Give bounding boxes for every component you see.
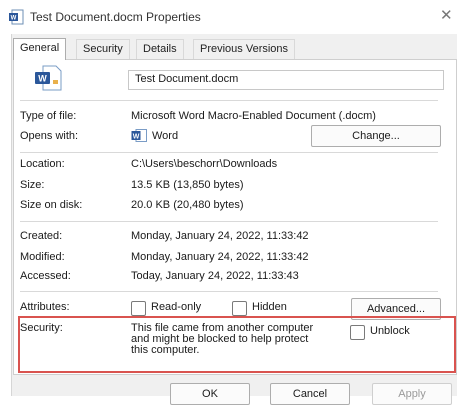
created-value: Monday, January 24, 2022, 11:33:42 <box>131 230 309 242</box>
checkbox-box[interactable] <box>131 301 146 316</box>
checkbox-box[interactable] <box>350 325 365 340</box>
svg-text:W: W <box>11 16 17 22</box>
modified-label: Modified: <box>20 251 65 263</box>
checkbox-box[interactable] <box>232 301 247 316</box>
size-value: 13.5 KB (13,850 bytes) <box>131 179 244 191</box>
word-file-icon: W <box>35 65 62 91</box>
attributes-label: Attributes: <box>20 301 70 313</box>
ok-button[interactable]: OK <box>170 383 250 405</box>
svg-text:W: W <box>38 74 47 84</box>
separator <box>20 100 438 101</box>
separator <box>20 291 438 292</box>
location-label: Location: <box>20 158 65 170</box>
change-button[interactable]: Change... <box>311 125 441 147</box>
apply-button[interactable]: Apply <box>372 383 452 405</box>
window-title: Test Document.docm Properties <box>30 10 201 24</box>
size-on-disk-label: Size on disk: <box>20 199 83 211</box>
modified-value: Monday, January 24, 2022, 11:33:42 <box>131 251 309 263</box>
tab-security[interactable]: Security <box>76 39 130 59</box>
type-label: Type of file: <box>20 110 77 122</box>
accessed-label: Accessed: <box>20 270 71 282</box>
unblock-label: Unblock <box>370 325 410 337</box>
word-document-icon: W <box>9 9 24 25</box>
word-app-icon: W <box>131 129 147 142</box>
created-label: Created: <box>20 230 63 242</box>
type-value: Microsoft Word Macro-Enabled Document (.… <box>131 110 376 122</box>
separator <box>20 152 438 153</box>
tab-general[interactable]: General <box>13 38 67 60</box>
accessed-value: Today, January 24, 2022, 11:33:43 <box>131 270 299 282</box>
readonly-label: Read-only <box>151 301 202 313</box>
title-bar: W Test Document.docm Properties ✕ <box>0 0 458 34</box>
hidden-label: Hidden <box>252 301 287 313</box>
size-on-disk-value: 20.0 KB (20,480 bytes) <box>131 199 244 211</box>
separator <box>20 221 438 222</box>
tab-details[interactable]: Details <box>136 39 184 59</box>
filename-input[interactable]: Test Document.docm <box>128 70 444 90</box>
cancel-button[interactable]: Cancel <box>270 383 350 405</box>
location-value: C:\Users\beschorr\Downloads <box>131 158 278 170</box>
security-label: Security: <box>20 322 63 334</box>
close-icon[interactable]: ✕ <box>440 8 453 24</box>
svg-text:W: W <box>133 134 140 141</box>
security-message-line3: this computer. <box>131 344 200 356</box>
opens-with-value: Word <box>152 130 179 142</box>
filename-value: Test Document.docm <box>135 73 239 85</box>
opens-with-label: Opens with: <box>20 130 79 142</box>
tab-previous-versions[interactable]: Previous Versions <box>193 39 296 59</box>
size-label: Size: <box>20 179 45 191</box>
